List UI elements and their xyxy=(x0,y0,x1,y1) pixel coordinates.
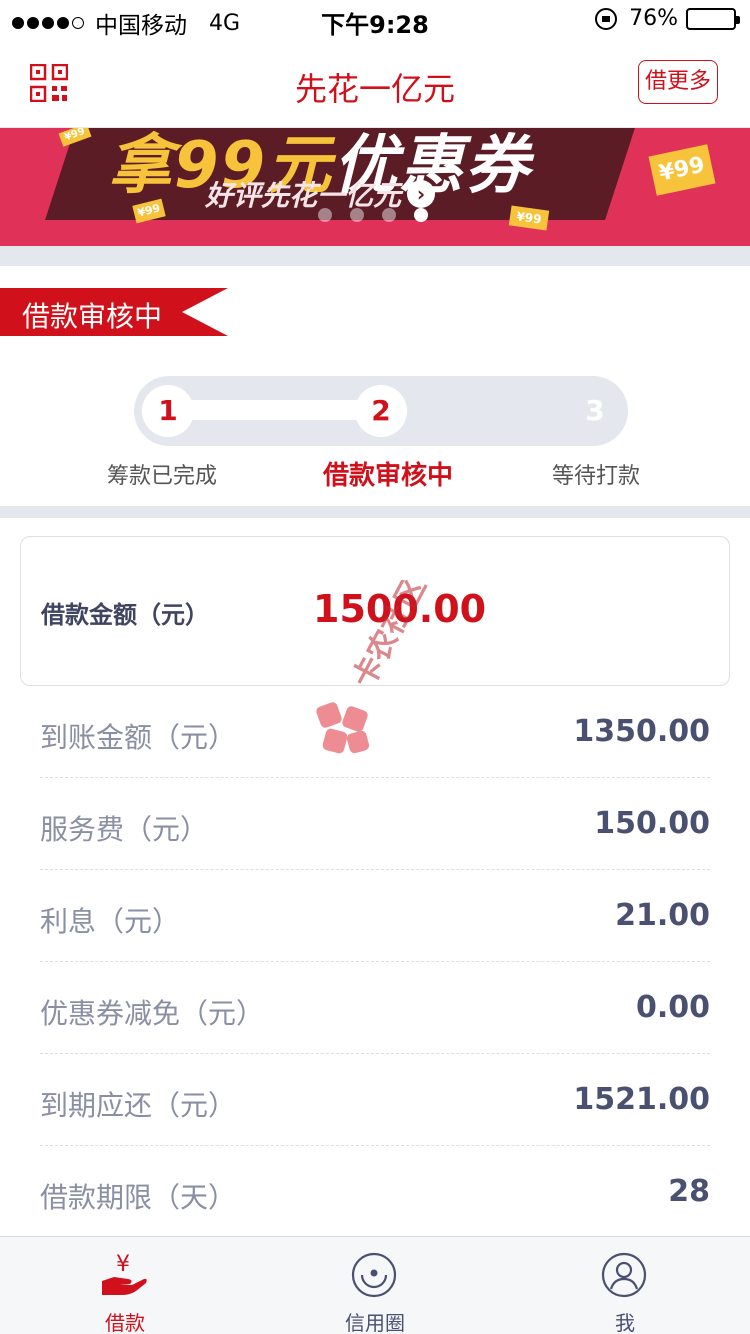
step-2-circle: 2 xyxy=(355,385,407,437)
detail-value: 1350.00 xyxy=(573,714,710,749)
tab-me-label: 我 xyxy=(615,1311,635,1334)
tab-credit-circle[interactable]: 信用圈 xyxy=(250,1237,500,1334)
detail-value: 1521.00 xyxy=(573,1082,710,1117)
step-3-circle: 3 xyxy=(569,385,621,437)
detail-label: 服务费（元） xyxy=(40,813,209,846)
detail-value: 28 xyxy=(668,1174,710,1209)
detail-value: 150.00 xyxy=(594,806,710,841)
arrow-right-icon: › xyxy=(407,180,436,208)
progress-line xyxy=(168,400,380,420)
carousel-indicator[interactable] xyxy=(318,208,446,222)
detail-row: 优惠券减免（元） 0.00 xyxy=(40,962,710,1054)
carousel-dot[interactable] xyxy=(382,208,396,222)
detail-label: 优惠券减免（元） xyxy=(40,997,265,1030)
carousel-dot[interactable] xyxy=(318,208,332,222)
step-2-label: 借款审核中 xyxy=(322,461,453,491)
svg-text:卡农社区: 卡农社区 xyxy=(346,580,433,694)
coupon-decoration: ¥99 xyxy=(648,144,716,196)
detail-value: 0.00 xyxy=(635,990,710,1025)
battery-icon xyxy=(686,7,740,30)
detail-label: 到期应还（元） xyxy=(40,1089,237,1122)
carousel-dot[interactable] xyxy=(414,208,428,222)
tab-loan[interactable]: ¥ 借款 xyxy=(0,1237,250,1334)
coupon-decoration: ¥99 xyxy=(508,205,550,231)
carousel-dot[interactable] xyxy=(350,208,364,222)
step-1-label: 筹款已完成 xyxy=(106,464,217,489)
loan-amount-label: 借款金额（元） xyxy=(41,601,209,629)
nav-bar: 先花一亿元 借更多 xyxy=(0,40,750,128)
status-bar: 中国移动 4G 下午9:28 76% xyxy=(0,0,750,40)
tab-loan-label: 借款 xyxy=(105,1311,145,1334)
section-divider xyxy=(0,506,750,518)
status-ribbon: 借款审核中 xyxy=(0,288,228,336)
detail-row: 到期应还（元） 1521.00 xyxy=(40,1054,710,1146)
status-ribbon-label: 借款审核中 xyxy=(22,300,163,333)
watermark-logo: 卡农社区 xyxy=(316,580,433,754)
yuan-hand-icon: ¥ xyxy=(102,1252,147,1295)
detail-row: 借款期限（天） 28 xyxy=(40,1146,710,1238)
section-divider xyxy=(0,246,750,266)
tab-credit-circle-label: 信用圈 xyxy=(345,1311,405,1334)
tab-me[interactable]: 我 xyxy=(500,1237,750,1334)
orientation-lock-icon xyxy=(595,7,618,30)
tab-bar: ¥ 借款 信用圈 我 xyxy=(0,1236,750,1334)
step-1-circle: 1 xyxy=(142,385,194,437)
detail-row: 利息（元） 21.00 xyxy=(40,870,710,962)
detail-label: 利息（元） xyxy=(40,905,181,938)
promo-banner[interactable]: ¥99 拿99元优惠券 好评先花一亿元 › ¥99 ¥99 ¥99 xyxy=(0,128,750,246)
credit-circle-icon xyxy=(351,1252,397,1298)
user-icon xyxy=(601,1252,647,1298)
step-3-label: 等待打款 xyxy=(551,464,640,489)
detail-value: 21.00 xyxy=(615,898,710,933)
battery-percent: 76% xyxy=(629,6,678,31)
svg-text:¥: ¥ xyxy=(116,1252,130,1277)
detail-label: 借款期限（天） xyxy=(40,1181,237,1214)
detail-label: 到账金额（元） xyxy=(40,721,237,754)
borrow-more-button[interactable]: 借更多 xyxy=(638,60,718,104)
detail-row: 服务费（元） 150.00 xyxy=(40,778,710,870)
status-right: 76% xyxy=(595,6,740,31)
